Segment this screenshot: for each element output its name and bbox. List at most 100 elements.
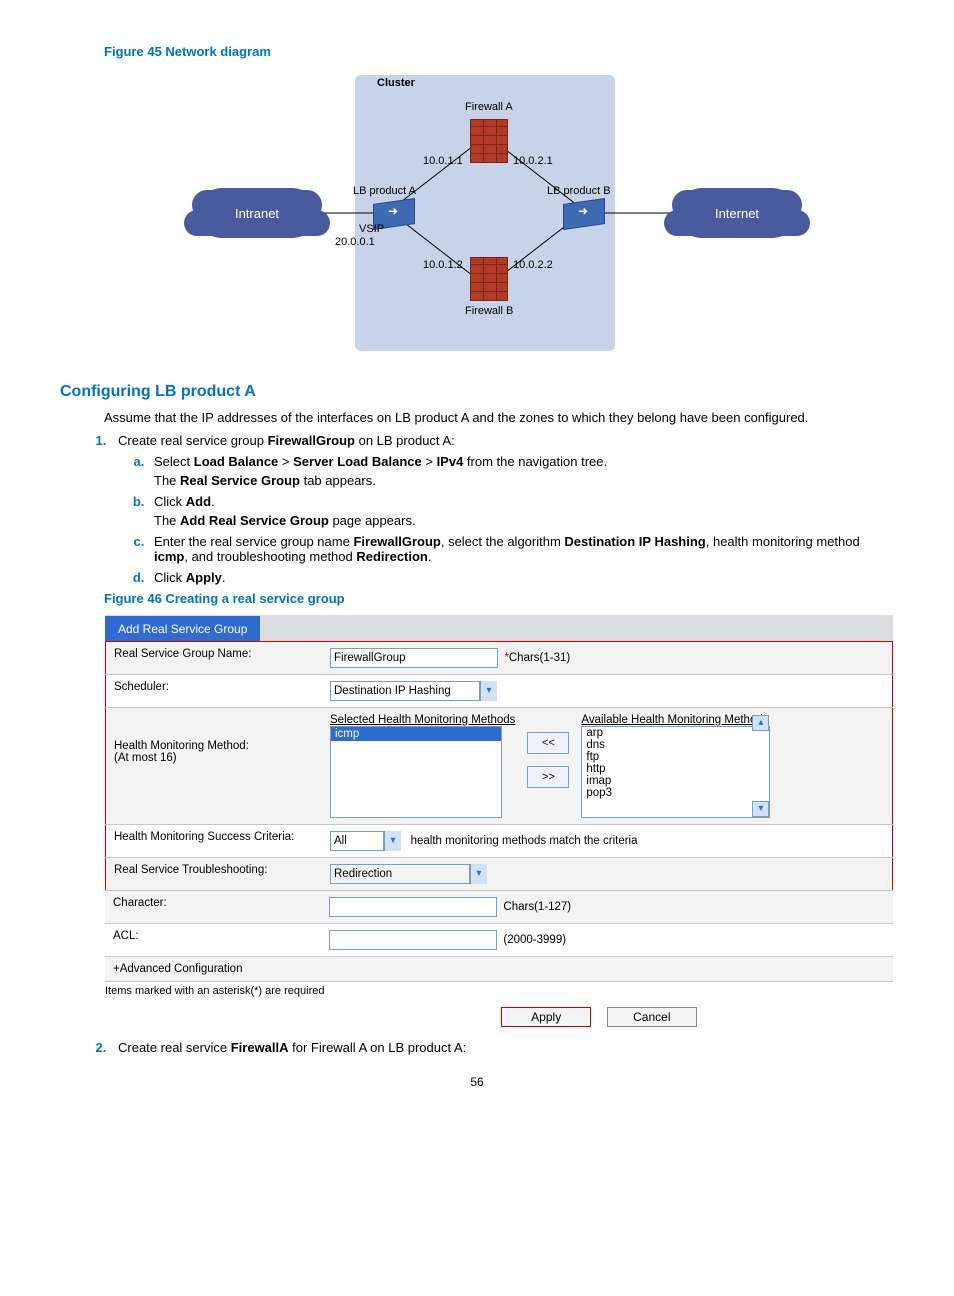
scheduler-select[interactable]: Destination IP Hashing▾	[330, 681, 497, 701]
form-table: Real Service Group Name: *Chars(1-31) Sc…	[105, 641, 893, 891]
t: FirewallA	[231, 1040, 289, 1055]
t: Add	[186, 494, 211, 509]
success-select[interactable]: All▾	[330, 831, 401, 851]
numbered-steps-cont: Create real service FirewallA for Firewa…	[110, 1040, 894, 1055]
ip-fb-right: 10.0.2.2	[513, 259, 553, 271]
char-hint: Chars(1-127)	[503, 901, 571, 913]
step-1c: Enter the real service group name Firewa…	[148, 534, 894, 564]
t: Add Real Service Group	[180, 513, 329, 528]
required-note: Items marked with an asterisk(*) are req…	[105, 985, 893, 997]
name-hint: Chars(1-31)	[509, 652, 570, 664]
available-methods-listbox[interactable]: arp dns ftp http imap pop3 ▴ ▾	[581, 726, 770, 818]
t: icmp	[154, 549, 184, 564]
step-2: Create real service FirewallA for Firewa…	[110, 1040, 894, 1055]
success-label: Health Monitoring Success Criteria:	[106, 824, 323, 857]
figure-45-title: Figure 45 Network diagram	[104, 44, 894, 59]
list-item[interactable]: pop3	[582, 787, 752, 799]
move-right-button[interactable]: >>	[527, 766, 569, 788]
chevron-down-icon: ▾	[384, 831, 401, 851]
list-item[interactable]: imap	[582, 775, 752, 787]
chevron-down-icon: ▾	[470, 864, 487, 884]
network-diagram: Cluster Intranet Internet Firewall A Fir…	[167, 65, 787, 365]
advanced-label: +Advanced Configuration	[113, 963, 242, 975]
scheduler-value: Destination IP Hashing	[330, 681, 480, 701]
t: >	[422, 454, 437, 469]
cancel-button[interactable]: Cancel	[607, 1007, 697, 1027]
selected-header: Selected Health Monitoring Methods	[330, 714, 515, 726]
step-1: Create real service group FirewallGroup …	[110, 433, 894, 585]
apply-button[interactable]: Apply	[501, 1007, 591, 1027]
step1-pre: Create real service group	[118, 433, 268, 448]
hm-label: Health Monitoring Method: (At most 16)	[106, 707, 323, 824]
t: .	[428, 549, 432, 564]
acl-input[interactable]	[329, 930, 497, 950]
selected-methods-listbox[interactable]: icmp	[330, 726, 502, 818]
trouble-cell: Redirection▾	[322, 857, 893, 890]
move-buttons: << >>	[527, 732, 569, 788]
firewall-b-label: Firewall B	[465, 305, 513, 317]
scroll-down-icon[interactable]: ▾	[752, 801, 769, 817]
list-item[interactable]: http	[582, 763, 752, 775]
t: Real Service Group	[180, 473, 300, 488]
success-hint: health monitoring methods match the crit…	[411, 835, 638, 847]
lb-b-label: LB product B	[547, 185, 611, 197]
t: .	[222, 570, 226, 585]
t: Apply	[186, 570, 222, 585]
scroll-up-icon[interactable]: ▴	[752, 726, 769, 731]
move-left-button[interactable]: <<	[527, 732, 569, 754]
t: , and troubleshooting method	[184, 549, 356, 564]
list-item[interactable]: ftp	[582, 751, 752, 763]
list-item[interactable]: arp	[582, 727, 752, 739]
t: Enter the real service group name	[154, 534, 353, 549]
section-heading: Configuring LB product A	[60, 383, 894, 401]
t: >	[278, 454, 293, 469]
ip-fa-right: 10.0.2.1	[513, 155, 553, 167]
tab-bar: Add Real Service Group	[105, 615, 893, 641]
real-service-group-name-input[interactable]	[330, 648, 498, 668]
acl-cell: (2000-3999)	[321, 923, 893, 956]
form-table-lower: Character: Chars(1-127) ACL: (2000-3999)…	[105, 891, 893, 982]
t: Create real service	[118, 1040, 231, 1055]
step1-post: on LB product A:	[355, 433, 455, 448]
t: The	[154, 513, 180, 528]
t: IPv4	[437, 454, 464, 469]
internet-cloud: Internet	[677, 188, 797, 238]
firewall-a-icon	[470, 119, 508, 163]
t: from the navigation tree.	[463, 454, 607, 469]
t: Click	[154, 494, 186, 509]
ip-fa-left: 10.0.1.1	[423, 155, 463, 167]
char-label: Character:	[105, 891, 321, 924]
lb-a-label: LB product A	[353, 185, 416, 197]
list-item[interactable]: dns	[582, 739, 752, 751]
vsip-label: VSIP	[359, 223, 384, 235]
t: FirewallGroup	[353, 534, 440, 549]
t: for Firewall A on LB product A:	[289, 1040, 467, 1055]
ip-fb-left: 10.0.1.2	[423, 259, 463, 271]
t: Redirection	[356, 549, 428, 564]
available-header: Available Health Monitoring Methods	[581, 714, 770, 726]
tab-add-real-service-group[interactable]: Add Real Service Group	[105, 616, 260, 641]
chevron-down-icon: ▾	[480, 681, 497, 701]
t: , select the algorithm	[441, 534, 565, 549]
advanced-config-toggle[interactable]: +Advanced Configuration	[105, 956, 893, 981]
selected-item-icmp[interactable]: icmp	[331, 727, 501, 741]
scheduler-label: Scheduler:	[106, 674, 323, 707]
success-cell: All▾ health monitoring methods match the…	[322, 824, 893, 857]
step-1b: Click Add. The Add Real Service Group pa…	[148, 494, 894, 528]
acl-hint: (2000-3999)	[503, 934, 566, 946]
scheduler-cell: Destination IP Hashing▾	[322, 674, 893, 707]
trouble-select[interactable]: Redirection▾	[330, 864, 487, 884]
button-bar: Apply Cancel	[105, 997, 893, 1031]
character-input[interactable]	[329, 897, 497, 917]
firewall-a-label: Firewall A	[465, 101, 513, 113]
t: The	[154, 473, 180, 488]
step-1a: Select Load Balance > Server Load Balanc…	[148, 454, 894, 488]
char-cell: Chars(1-127)	[321, 891, 893, 924]
firewall-b-icon	[470, 257, 508, 301]
step1-bold: FirewallGroup	[268, 433, 355, 448]
hm-cell: Selected Health Monitoring Methods icmp …	[322, 707, 893, 824]
intro-text: Assume that the IP addresses of the inte…	[104, 409, 894, 427]
step-1d: Click Apply.	[148, 570, 894, 585]
t: Destination IP Hashing	[564, 534, 705, 549]
t: (At most 16)	[114, 752, 314, 764]
